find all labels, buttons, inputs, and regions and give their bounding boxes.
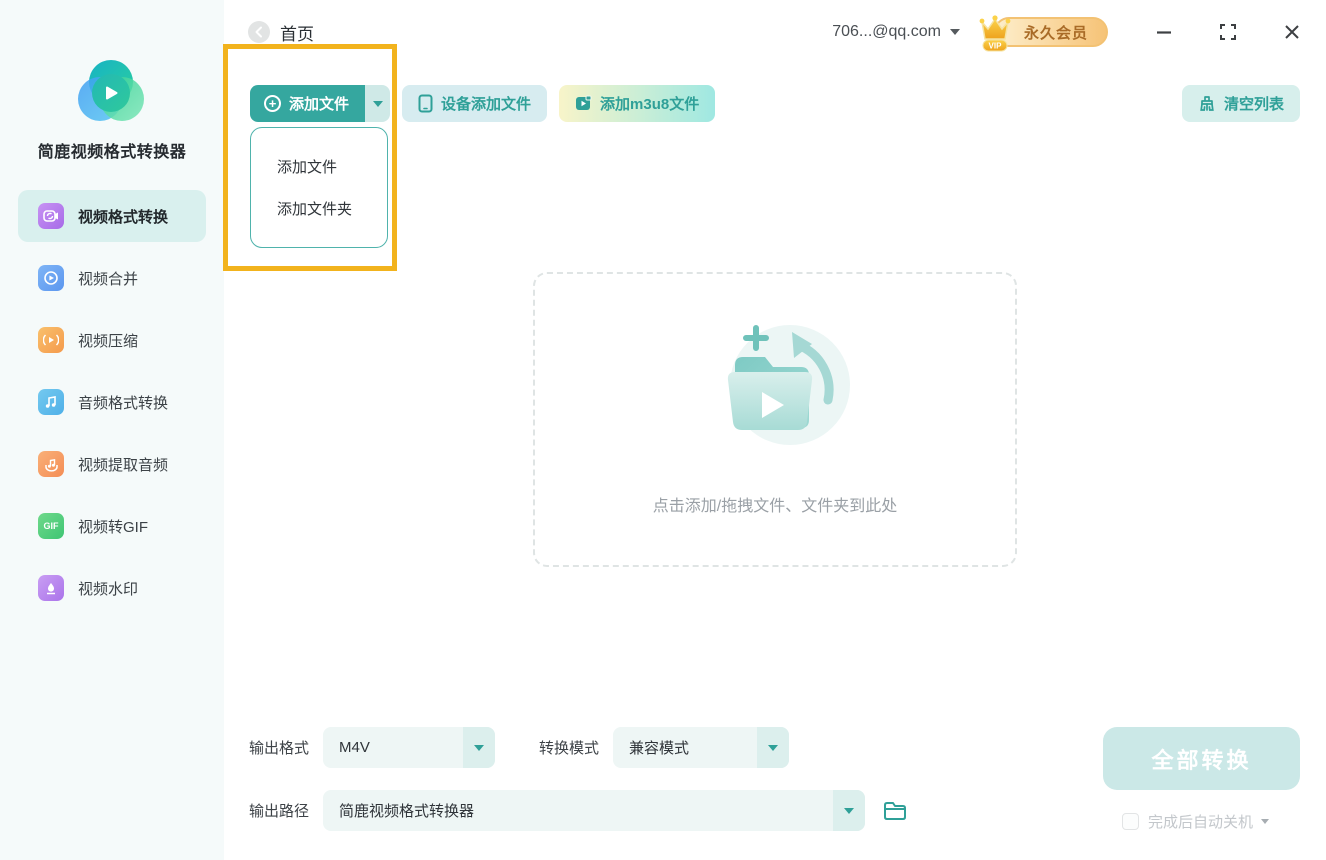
shutdown-option: 完成后自动关机: [1122, 811, 1270, 832]
video-file-icon: [576, 95, 592, 110]
toolbar: + 添加文件 设备添加文件 添加m3u8文件 清空列表: [250, 85, 1300, 122]
chevron-down-icon: [833, 790, 866, 831]
topbar: 首页 706...@qq.com VIP 永久会员: [248, 14, 1302, 52]
output-format-select[interactable]: M4V: [323, 727, 496, 768]
chevron-down-icon: [463, 727, 496, 768]
close-button[interactable]: [1282, 22, 1302, 42]
output-format-value: M4V: [339, 739, 370, 756]
vip-crown-icon: VIP: [979, 15, 1011, 52]
convert-mode-value: 兼容模式: [629, 740, 690, 757]
add-file-split-button: + 添加文件: [250, 85, 391, 122]
output-path-select[interactable]: 简鹿视频格式转换器: [323, 790, 866, 831]
page-title: 首页: [280, 24, 314, 44]
output-format-label: 输出格式: [249, 740, 310, 757]
browse-folder-button[interactable]: [883, 801, 907, 821]
video-convert-icon: [38, 203, 64, 229]
sidebar-item-video-merge[interactable]: 视频合并: [18, 252, 206, 304]
svg-text:VIP: VIP: [989, 42, 1003, 51]
audio-convert-icon: [38, 389, 64, 415]
sidebar-item-video-watermark[interactable]: 视频水印: [18, 562, 206, 614]
gif-glyph: GIF: [43, 521, 59, 531]
maximize-button[interactable]: [1218, 22, 1238, 42]
sidebar-item-audio-extract[interactable]: 视频提取音频: [18, 438, 206, 490]
add-file-label: 添加文件: [289, 96, 350, 113]
app-title: 简鹿视频格式转换器: [37, 144, 187, 161]
plus-icon: +: [264, 95, 281, 112]
add-file-dropdown-toggle[interactable]: [365, 85, 391, 122]
add-file-button[interactable]: + 添加文件: [250, 85, 366, 122]
sidebar-item-label: 视频合并: [78, 270, 139, 288]
convert-mode-label: 转换模式: [539, 740, 600, 757]
convert-all-button[interactable]: 全部转换: [1103, 727, 1300, 790]
watermark-icon: [38, 575, 64, 601]
sidebar-item-label: 视频压缩: [78, 332, 139, 350]
add-file-dropdown-menu: 添加文件 添加文件夹: [250, 127, 388, 248]
add-m3u8-button[interactable]: 添加m3u8文件: [559, 85, 716, 122]
convert-mode-select[interactable]: 兼容模式: [613, 727, 790, 768]
folder-illustration-icon: [727, 325, 850, 445]
account-email[interactable]: 706...@qq.com: [832, 23, 941, 41]
menu-item-add-file[interactable]: 添加文件: [251, 156, 387, 177]
sidebar: 简鹿视频格式转换器 视频格式转换 视频合并 视频压缩 音频格式转换 视频提取音频…: [0, 0, 224, 860]
device-add-label: 设备添加文件: [441, 96, 532, 113]
sidebar-item-label: 视频水印: [78, 580, 139, 598]
audio-extract-icon: [38, 451, 64, 477]
shutdown-chevron-down-icon[interactable]: [1261, 819, 1270, 824]
video-merge-icon: [38, 265, 64, 291]
chevron-down-icon: [372, 100, 383, 107]
back-button[interactable]: [248, 21, 270, 43]
minimize-button[interactable]: [1154, 22, 1174, 42]
clear-list-button[interactable]: 清空列表: [1181, 85, 1300, 122]
file-dropzone[interactable]: 点击添加/拖拽文件、文件夹到此处: [533, 272, 1017, 567]
sidebar-item-label: 音频格式转换: [78, 394, 169, 412]
sidebar-item-video-convert[interactable]: 视频格式转换: [18, 190, 206, 242]
device-add-file-button[interactable]: 设备添加文件: [402, 85, 548, 122]
gif-icon: GIF: [38, 513, 64, 539]
output-path-label: 输出路径: [249, 803, 310, 820]
app-logo-icon: [78, 60, 144, 126]
auto-shutdown-label: 完成后自动关机: [1148, 814, 1254, 831]
sidebar-nav: 视频格式转换 视频合并 视频压缩 音频格式转换 视频提取音频 GIF 视频转GI…: [0, 190, 224, 624]
output-path-value: 简鹿视频格式转换器: [339, 803, 475, 820]
vip-badge[interactable]: VIP 永久会员: [979, 15, 1108, 52]
dropzone-hint: 点击添加/拖拽文件、文件夹到此处: [652, 498, 898, 515]
account-chevron-down-icon[interactable]: [949, 29, 960, 35]
sidebar-item-label: 视频转GIF: [78, 518, 148, 536]
sidebar-item-audio-convert[interactable]: 音频格式转换: [18, 376, 206, 428]
auto-shutdown-checkbox[interactable]: [1122, 813, 1139, 830]
add-m3u8-label: 添加m3u8文件: [600, 96, 700, 113]
sidebar-item-label: 视频提取音频: [78, 456, 169, 474]
format-row: 输出格式 M4V 转换模式 兼容模式: [249, 727, 790, 768]
chevron-down-icon: [757, 727, 790, 768]
vip-label: 永久会员: [1023, 24, 1088, 42]
menu-item-add-folder[interactable]: 添加文件夹: [251, 198, 387, 219]
path-row: 输出路径 简鹿视频格式转换器: [249, 790, 907, 831]
phone-icon: [418, 94, 433, 113]
sidebar-item-label: 视频格式转换: [78, 208, 169, 226]
sidebar-item-video-to-gif[interactable]: GIF 视频转GIF: [18, 500, 206, 552]
broom-icon: [1200, 95, 1214, 111]
clear-list-label: 清空列表: [1223, 96, 1284, 113]
sidebar-item-video-compress[interactable]: 视频压缩: [18, 314, 206, 366]
video-compress-icon: [38, 327, 64, 353]
